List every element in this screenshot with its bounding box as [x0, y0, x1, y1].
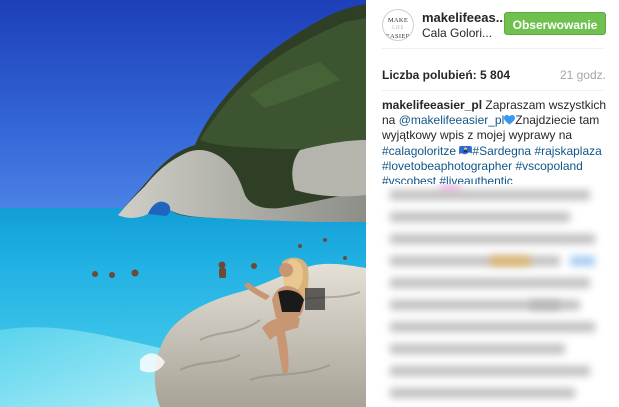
hashtag-sardegna[interactable]: #Sardegna: [472, 144, 531, 158]
post-caption: makelifeeasier_pl Zapraszam wszystkich n…: [382, 98, 607, 189]
surfer-icon: [459, 145, 473, 157]
blue-heart-icon: [504, 115, 516, 125]
avatar-logo: MAKE LIFE EASIER: [385, 17, 411, 40]
caption-username[interactable]: makelifeeasier_pl: [382, 98, 482, 112]
post-location[interactable]: Cala Golori...: [422, 26, 492, 40]
avatar[interactable]: MAKE LIFE EASIER: [382, 9, 414, 41]
hashtag-vscopoland[interactable]: #vscopoland: [515, 159, 582, 173]
caption-mention[interactable]: @makelifeeasier_pl: [399, 113, 505, 127]
blurred-comments-image: [380, 184, 608, 407]
likes-count: Liczba polubień: 5 804: [382, 68, 510, 82]
hashtag-lovetobeaphotographer[interactable]: #lovetobeaphotographer: [382, 159, 512, 173]
beach-photo-image: [0, 0, 366, 407]
post-time[interactable]: 21 godz.: [560, 68, 606, 82]
likes-label: Liczba polubień:: [382, 68, 477, 82]
post-details-panel: MAKE LIFE EASIER makelifeeas... Cala Gol…: [366, 0, 619, 407]
likes-number[interactable]: 5 804: [480, 68, 510, 82]
post-photo[interactable]: [0, 0, 366, 407]
hashtag-calagoloritze[interactable]: #calagoloritze: [382, 144, 456, 158]
likes-divider: [382, 90, 603, 91]
post-header: MAKE LIFE EASIER makelifeeas... Cala Gol…: [366, 0, 619, 48]
follow-button[interactable]: Obserwowanie: [504, 12, 606, 35]
blurred-comments-area: [380, 184, 608, 407]
header-divider: [382, 48, 603, 49]
author-username[interactable]: makelifeeas...: [422, 10, 507, 25]
hashtag-rajskaplaza[interactable]: #rajskaplaza: [534, 144, 601, 158]
